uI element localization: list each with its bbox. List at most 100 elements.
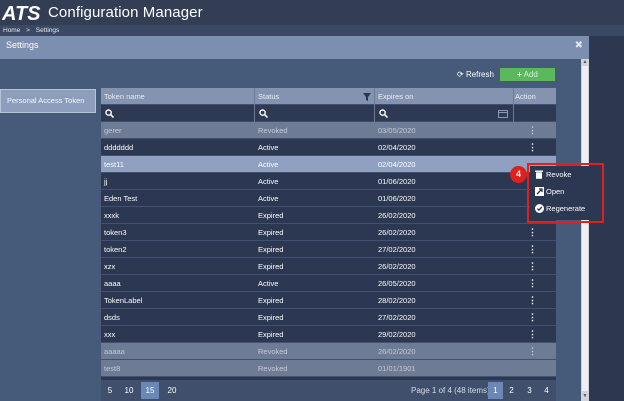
plus-icon: + bbox=[517, 70, 522, 79]
cell-status: Expired bbox=[258, 228, 284, 237]
top-bar: ATS Configuration Manager bbox=[0, 0, 624, 25]
cell-token-name: test11 bbox=[104, 160, 124, 169]
cell-token-name: dsds bbox=[104, 313, 120, 322]
cell-status: Active bbox=[258, 194, 279, 203]
cell-expires: 27/02/2020 bbox=[378, 245, 416, 254]
row-action-menu-icon[interactable]: ⋮ bbox=[528, 326, 537, 343]
table-row[interactable]: xxx Expired 29/02/2020 ⋮ bbox=[101, 326, 556, 343]
scrollbar-thumb[interactable] bbox=[582, 66, 588, 391]
cell-status: Expired bbox=[258, 313, 284, 322]
column-header-action: Action bbox=[515, 92, 536, 101]
add-label: Add bbox=[523, 70, 538, 79]
cell-token-name: aaaaa bbox=[104, 347, 125, 356]
app-title: Configuration Manager bbox=[48, 4, 203, 21]
table-row-selected[interactable]: test11 Active 02/04/2020 bbox=[101, 156, 556, 173]
row-action-menu-icon[interactable]: ⋮ bbox=[528, 343, 537, 360]
cell-token-name: ddddddd bbox=[104, 143, 134, 152]
refresh-icon: ⟳ bbox=[457, 70, 464, 79]
token-grid: Token name Status Expires on Action gere… bbox=[101, 88, 556, 400]
page-2[interactable]: 2 bbox=[504, 382, 519, 399]
close-icon[interactable]: ✖ bbox=[575, 40, 583, 51]
cell-status: Expired bbox=[258, 262, 284, 271]
cell-status: Revoked bbox=[258, 364, 288, 373]
breadcrumb-separator: > bbox=[26, 27, 30, 34]
row-action-menu-icon[interactable]: ⋮ bbox=[528, 309, 537, 326]
row-action-menu-icon[interactable]: ⋮ bbox=[528, 139, 537, 156]
cell-expires: 26/02/2020 bbox=[378, 347, 416, 356]
page-size-5[interactable]: 5 bbox=[101, 382, 119, 399]
table-row[interactable]: token3 Expired 26/02/2020 ⋮ bbox=[101, 224, 556, 241]
cell-status: Expired bbox=[258, 296, 284, 305]
scroll-down-icon[interactable]: ▼ bbox=[581, 393, 589, 399]
row-action-menu-icon[interactable]: ⋮ bbox=[528, 122, 537, 139]
breadcrumb: Home > Settings bbox=[0, 25, 624, 36]
pager: 5 10 15 20 Page 1 of 4 (48 items) 1 2 3 … bbox=[101, 380, 556, 401]
table-row[interactable]: test8 Revoked 01/01/1901 bbox=[101, 360, 556, 377]
ats-logo: ATS bbox=[2, 3, 41, 22]
page-info: Page 1 of 4 (48 items) bbox=[411, 386, 490, 395]
column-header-expires-on[interactable]: Expires on bbox=[378, 88, 413, 105]
sidebar-item-label: Personal Access Token bbox=[7, 96, 85, 105]
cell-expires: 26/02/2020 bbox=[378, 211, 416, 220]
table-row[interactable]: gerer Revoked 03/05/2020 ⋮ bbox=[101, 122, 556, 139]
cell-token-name: gerer bbox=[104, 126, 122, 135]
cell-token-name: xxxk bbox=[104, 211, 119, 220]
cell-expires: 26/02/2020 bbox=[378, 262, 416, 271]
cell-token-name: TokenLabel bbox=[104, 296, 143, 305]
row-action-menu-icon[interactable]: ⋮ bbox=[528, 258, 537, 275]
cell-status: Active bbox=[258, 279, 279, 288]
filter-icon[interactable] bbox=[363, 93, 371, 101]
search-icon[interactable] bbox=[259, 109, 268, 118]
filter-row bbox=[101, 105, 556, 122]
search-icon[interactable] bbox=[105, 109, 114, 118]
table-row[interactable]: TokenLabel Expired 28/02/2020 ⋮ bbox=[101, 292, 556, 309]
row-action-menu-icon[interactable]: ⋮ bbox=[528, 241, 537, 258]
cell-token-name: xxx bbox=[104, 330, 116, 339]
column-header-status[interactable]: Status bbox=[258, 88, 279, 105]
add-button[interactable]: + Add bbox=[500, 68, 555, 81]
row-action-menu-icon[interactable]: ⋮ bbox=[528, 275, 537, 292]
cell-expires: 02/04/2020 bbox=[378, 160, 416, 169]
table-row[interactable]: xzx Expired 26/02/2020 ⋮ bbox=[101, 258, 556, 275]
row-action-menu-icon[interactable]: ⋮ bbox=[528, 224, 537, 241]
cell-status: Expired bbox=[258, 245, 284, 254]
page-size-10[interactable]: 10 bbox=[120, 382, 138, 399]
cell-expires: 01/06/2020 bbox=[378, 177, 416, 186]
settings-header: Settings ✖ bbox=[0, 36, 589, 59]
sidebar-item-personal-access-token[interactable]: Personal Access Token bbox=[0, 89, 96, 113]
settings-title: Settings bbox=[6, 40, 39, 50]
svg-text:ATS: ATS bbox=[2, 3, 41, 22]
cell-token-name: jj bbox=[104, 177, 108, 186]
cell-expires: 29/02/2020 bbox=[378, 330, 416, 339]
cell-expires: 26/05/2020 bbox=[378, 279, 416, 288]
cell-expires: 27/02/2020 bbox=[378, 313, 416, 322]
page-3[interactable]: 3 bbox=[522, 382, 537, 399]
table-row[interactable]: token2 Expired 27/02/2020 ⋮ bbox=[101, 241, 556, 258]
table-row[interactable]: aaaa Active 26/05/2020 ⋮ bbox=[101, 275, 556, 292]
step-badge: 4 bbox=[510, 166, 527, 183]
scroll-up-icon[interactable]: ▲ bbox=[581, 59, 589, 65]
row-action-menu-icon[interactable]: ⋮ bbox=[528, 292, 537, 309]
table-row[interactable]: xxxk Expired 26/02/2020 ⋮ bbox=[101, 207, 556, 224]
page-size-20[interactable]: 20 bbox=[163, 382, 181, 399]
column-header-token-name[interactable]: Token name bbox=[104, 88, 145, 105]
highlight-frame bbox=[527, 163, 604, 223]
table-row[interactable]: aaaaa Revoked 26/02/2020 ⋮ bbox=[101, 343, 556, 360]
table-row[interactable]: jj Active 01/06/2020 bbox=[101, 173, 556, 190]
search-icon[interactable] bbox=[379, 109, 388, 118]
calendar-icon[interactable] bbox=[498, 109, 508, 118]
page-4[interactable]: 4 bbox=[539, 382, 554, 399]
cell-expires: 28/02/2020 bbox=[378, 296, 416, 305]
table-row[interactable]: dsds Expired 27/02/2020 ⋮ bbox=[101, 309, 556, 326]
table-header: Token name Status Expires on Action bbox=[101, 88, 556, 105]
cell-token-name: test8 bbox=[104, 364, 121, 373]
table-row[interactable]: Eden Test Active 01/06/2020 bbox=[101, 190, 556, 207]
cell-token-name: xzx bbox=[104, 262, 116, 271]
cell-expires: 26/02/2020 bbox=[378, 228, 416, 237]
page-1[interactable]: 1 bbox=[488, 382, 503, 399]
breadcrumb-home[interactable]: Home bbox=[3, 27, 20, 34]
refresh-button[interactable]: ⟳ Refresh bbox=[457, 70, 494, 79]
table-row[interactable]: ddddddd Active 02/04/2020 ⋮ bbox=[101, 139, 556, 156]
page-size-15[interactable]: 15 bbox=[141, 382, 159, 399]
cell-status: Expired bbox=[258, 330, 284, 339]
